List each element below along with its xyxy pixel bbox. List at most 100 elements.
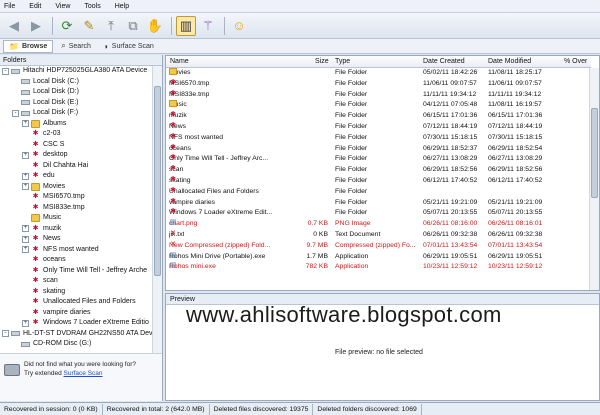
tree-item[interactable]: ✱ vampire diaries	[0, 308, 153, 319]
tree-item[interactable]: ✱ c2-03	[0, 129, 153, 140]
expand-icon[interactable]: +	[22, 172, 29, 180]
file-row[interactable]: ✱ skating File Folder 06/12/11 17:40:52 06/1…	[166, 176, 591, 187]
menu-tools[interactable]: Tools	[84, 3, 100, 10]
up-folder-button[interactable]: ⤒	[101, 16, 121, 36]
tree-item[interactable]: ✱ Only Time Will Tell - Jeffrey Arche	[0, 266, 153, 277]
column-type[interactable]: Type	[335, 58, 350, 65]
date-created: 06/29/11 19:05:51	[423, 252, 478, 260]
tree-item[interactable]: - HL-DT-ST DVDRAM GH22NS50 ATA Dev	[0, 329, 153, 340]
view-mode-button[interactable]: ▥	[176, 15, 196, 36]
file-row[interactable]: ✱ Only Time Will Tell - Jeffrey Arc... Fil…	[166, 154, 591, 165]
file-row[interactable]: Music File Folder 04/12/11 07:05:48 11/08/1…	[166, 100, 591, 111]
tab-browse[interactable]: 📁 Browse	[3, 39, 54, 53]
file-row[interactable]: ✱ MSI833e.tmp File Folder 11/11/11 19:34:12…	[166, 90, 591, 101]
up-folder-icon: ⤒	[108, 17, 114, 33]
deleted-folder-icon: ✱	[32, 277, 39, 285]
tree-item[interactable]: ✱ skating	[0, 287, 153, 298]
scan-button[interactable]: ✋	[145, 16, 165, 36]
help-button[interactable]: ☺	[229, 16, 249, 36]
file-row[interactable]: ✱ MSI6570.tmp File Folder 11/06/11 09:07:57…	[166, 79, 591, 90]
tree-item[interactable]: + ✱ muzik	[0, 224, 153, 235]
folder-tree-scrollbar[interactable]	[152, 66, 162, 353]
file-row[interactable]: ✱ scan File Folder 06/29/11 18:52:56 06/29/1…	[166, 165, 591, 176]
deleted-folder-icon: ✱	[170, 121, 176, 129]
column-date-modified[interactable]: Date Modified	[488, 58, 531, 65]
file-name: Unallocated Files and Folders	[169, 187, 259, 195]
tree-item[interactable]: + ✱ NFS most wanted	[0, 245, 153, 256]
tree-item[interactable]: ✱ Dil Chahta Hai	[0, 161, 153, 172]
expand-icon[interactable]: +	[22, 120, 29, 128]
tree-item[interactable]: - Hitachi HDP725025GLA380 ATA Device	[0, 66, 153, 77]
tab-surface-scan[interactable]: ◗ Surface Scan	[99, 40, 159, 53]
expand-icon[interactable]: +	[22, 235, 29, 243]
toolbar-separator	[224, 16, 225, 35]
expand-icon[interactable]: +	[22, 151, 29, 159]
column-size[interactable]: Size	[315, 58, 329, 65]
file-type: Application	[335, 263, 369, 271]
folder-tree: - Hitachi HDP725025GLA380 ATA Device Local…	[0, 66, 153, 353]
file-row[interactable]: ✱ News File Folder 07/12/11 18:44:19 07/12/1…	[166, 122, 591, 133]
collapse-icon[interactable]: -	[12, 109, 19, 117]
file-row[interactable]: Movies File Folder 05/02/11 18:42:26 11/08/…	[166, 68, 591, 79]
surface-scan-link[interactable]: Surface Scan	[64, 370, 103, 377]
file-row[interactable]: ✱ vampire diaries File Folder 05/21/11 19:2…	[166, 198, 591, 209]
tree-item[interactable]: ✱ MSI6570.tmp	[0, 192, 153, 203]
scrollbar-thumb[interactable]	[591, 108, 598, 198]
tree-item[interactable]: ✱ Unallocated Files and Folders	[0, 297, 153, 308]
copy-button[interactable]: ⧉	[123, 16, 143, 36]
deleted-folder-icon: ✱	[32, 308, 39, 316]
scrollbar-thumb[interactable]	[154, 86, 161, 276]
file-row[interactable]: ✱ Unallocated Files and Folders File Folde…	[166, 187, 591, 198]
collapse-icon[interactable]: -	[2, 330, 9, 338]
tree-item[interactable]: + ✱ News	[0, 234, 153, 245]
tree-item[interactable]: + ✱ Windows 7 Loader eXtreme Editio	[0, 318, 153, 329]
file-row[interactable]: ✱ Windows 7 Loader eXtreme Edit... File Fo…	[166, 208, 591, 219]
file-row[interactable]: ▤ chart.png 0.7 KB PNG Image 06/26/11 08:16:…	[166, 219, 591, 230]
file-row[interactable]: ✕ jik.txt 0 KB Text Document 06/26/11 09:32:…	[166, 230, 591, 241]
tree-item[interactable]: + Movies	[0, 182, 153, 193]
menu-help[interactable]: Help	[115, 3, 129, 10]
column-name[interactable]: Name	[170, 58, 189, 65]
column-percent-overwritten[interactable]: % Over	[564, 58, 587, 65]
file-name-cell: ✱ skating	[169, 176, 314, 187]
help-icon: ☺	[232, 18, 246, 33]
file-row[interactable]: ✱ oceans File Folder 06/29/11 18:52:37 06/29…	[166, 144, 591, 155]
wizard-button[interactable]: ⚚	[198, 16, 218, 36]
forward-button[interactable]: ▶	[26, 16, 46, 36]
recover-button[interactable]: ✎	[79, 16, 99, 36]
expand-icon[interactable]: +	[22, 225, 29, 233]
menu-edit[interactable]: Edit	[29, 3, 41, 10]
file-row[interactable]: ▤ Rohos mini.exe 782 KB Application 10/23/11…	[166, 262, 591, 273]
tree-item[interactable]: + Albums	[0, 119, 153, 130]
menu-file[interactable]: File	[4, 3, 15, 10]
file-row[interactable]: ✱ NFS most wanted File Folder 07/30/11 15:1…	[166, 133, 591, 144]
collapse-icon[interactable]: -	[2, 67, 9, 75]
tree-item[interactable]: ✱ scan	[0, 276, 153, 287]
tree-item[interactable]: Music	[0, 213, 153, 224]
file-row[interactable]: ✕ New Compressed (zipped) Fold... 9.7 MB Co…	[166, 241, 591, 252]
file-list-scrollbar[interactable]	[589, 68, 599, 290]
refresh-button[interactable]: ⟳	[57, 16, 77, 36]
tree-item[interactable]: ✱ CSC S	[0, 140, 153, 151]
file-name: Only Time Will Tell - Jeffrey Arc...	[169, 155, 269, 163]
column-date-created[interactable]: Date Created	[423, 58, 465, 65]
file-type: File Folder	[335, 187, 368, 195]
expand-icon[interactable]: +	[22, 183, 29, 191]
tab-search[interactable]: ⌕ Search	[56, 40, 96, 53]
tree-item[interactable]: ✱ MSI833e.tmp	[0, 203, 153, 214]
tree-item[interactable]: + ✱ desktop	[0, 150, 153, 161]
tree-item[interactable]: Local Disk (C:)	[0, 77, 153, 88]
back-button[interactable]: ◀	[4, 16, 24, 36]
tree-item[interactable]: Local Disk (D:)	[0, 87, 153, 98]
expand-icon[interactable]: +	[22, 246, 29, 254]
menu-view[interactable]: View	[55, 3, 70, 10]
file-row[interactable]: ✱ muzik File Folder 06/15/11 17:01:36 06/15/…	[166, 111, 591, 122]
tree-item[interactable]: CD-ROM Disc (G:)	[0, 339, 153, 350]
tree-item[interactable]: + ✱ edu	[0, 171, 153, 182]
tree-item[interactable]: ✱ oceans	[0, 255, 153, 266]
file-type: Text Document	[335, 230, 381, 238]
tree-item[interactable]: - Local Disk (F:)	[0, 108, 153, 119]
file-row[interactable]: ▤ Rohos Mini Drive (Portable).exe 1.7 MB Ap…	[166, 252, 591, 263]
tree-item[interactable]: Local Disk (E:)	[0, 98, 153, 109]
expand-icon[interactable]: +	[22, 319, 29, 327]
